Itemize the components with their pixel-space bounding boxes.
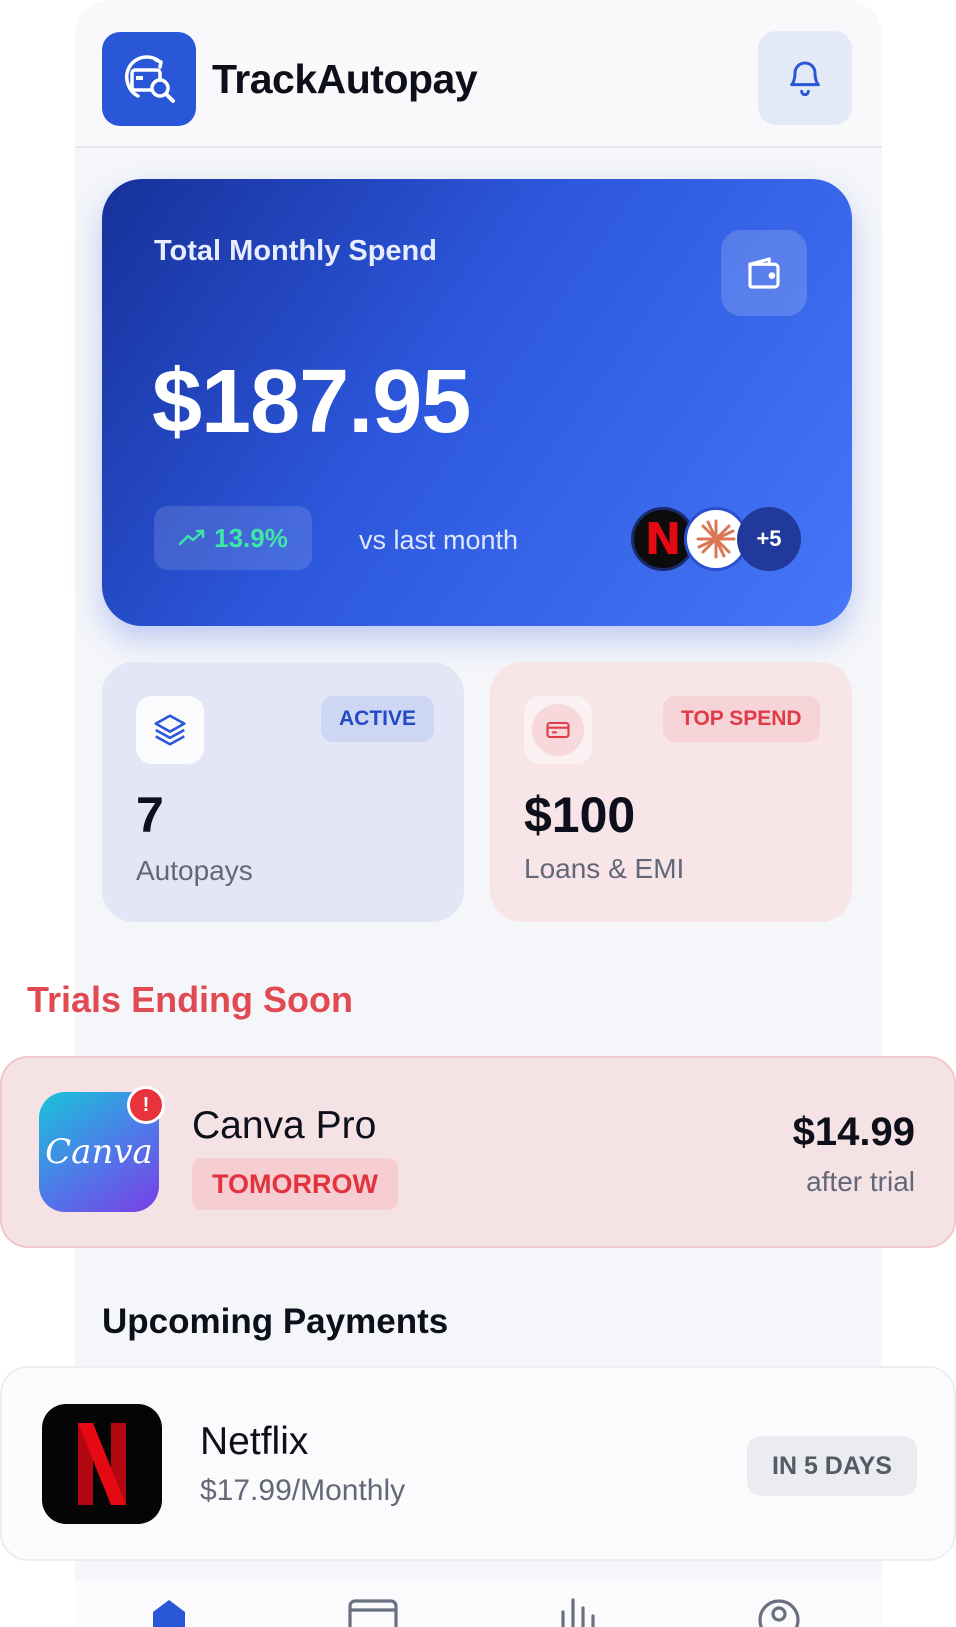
- trial-price: $14.99: [792, 1110, 915, 1154]
- credit-card-icon: [546, 721, 570, 739]
- payment-due-badge: IN 5 DAYS: [747, 1436, 917, 1496]
- payment-detail: $17.99/Monthly: [200, 1474, 406, 1507]
- top-spend-label: Loans & EMI: [524, 853, 685, 884]
- trend-value: 13.9%: [214, 522, 288, 553]
- spend-amount: $187.95: [152, 352, 471, 452]
- top-spend-tag: TOP SPEND: [663, 696, 820, 742]
- trial-price-caption: after trial: [806, 1166, 915, 1197]
- netflix-n-mark: [78, 1423, 126, 1505]
- netflix-logo-icon: [42, 1404, 162, 1524]
- active-autopays-card[interactable]: ACTIVE 7 Autopays: [102, 662, 464, 922]
- sunburst-logo-icon: [696, 519, 736, 559]
- trial-ending-badge: TOMORROW: [192, 1158, 398, 1210]
- card-icon[interactable]: [347, 1598, 399, 1627]
- stat-icon-wrap: [524, 696, 592, 764]
- trending-up-icon: [178, 529, 205, 546]
- home-icon[interactable]: [149, 1598, 189, 1627]
- chart-icon[interactable]: [557, 1598, 597, 1627]
- trial-item-canva-pro[interactable]: Canva ! Canva Pro TOMORROW $14.99 after …: [0, 1056, 956, 1248]
- wallet-button[interactable]: [721, 230, 807, 316]
- netflix-logo-icon: N: [644, 513, 682, 565]
- app-title: TrackAutopay: [212, 56, 478, 102]
- stat-icon-wrap: [136, 696, 204, 764]
- upcoming-section-title: Upcoming Payments: [102, 1302, 449, 1341]
- app-screen: TrackAutopay Total Monthly Spend $187.95: [0, 0, 956, 1627]
- stat-icon-circle: [532, 704, 584, 756]
- top-spend-card[interactable]: TOP SPEND $100 Loans & EMI: [490, 662, 852, 922]
- active-label: Autopays: [136, 855, 253, 886]
- app-header: TrackAutopay: [75, 0, 882, 148]
- monthly-spend-card[interactable]: Total Monthly Spend $187.95 13.9% vs las…: [102, 179, 852, 626]
- alert-icon: !: [127, 1086, 165, 1124]
- more-avatars-count: +5: [737, 507, 801, 571]
- profile-icon[interactable]: [757, 1598, 801, 1627]
- top-spend-amount: $100: [524, 787, 636, 843]
- active-count: 7: [136, 787, 164, 843]
- payment-item-netflix[interactable]: Netflix $17.99/Monthly IN 5 DAYS: [0, 1366, 956, 1561]
- bottom-navigation: [75, 1580, 882, 1627]
- trial-name: Canva Pro: [192, 1104, 377, 1147]
- wallet-icon: [748, 257, 780, 289]
- card-search-icon: [124, 55, 175, 103]
- active-tag: ACTIVE: [321, 696, 435, 742]
- notifications-button[interactable]: [758, 31, 852, 125]
- trend-badge: 13.9%: [154, 506, 312, 570]
- trend-caption: vs last month: [359, 525, 519, 555]
- app-logo: [102, 32, 196, 126]
- layers-icon: [154, 714, 186, 746]
- trials-section-title: Trials Ending Soon: [27, 979, 354, 1020]
- payment-name: Netflix: [200, 1420, 309, 1463]
- subscription-avatars[interactable]: N +5: [631, 507, 803, 571]
- bell-icon: [790, 61, 820, 97]
- spend-label: Total Monthly Spend: [154, 235, 437, 267]
